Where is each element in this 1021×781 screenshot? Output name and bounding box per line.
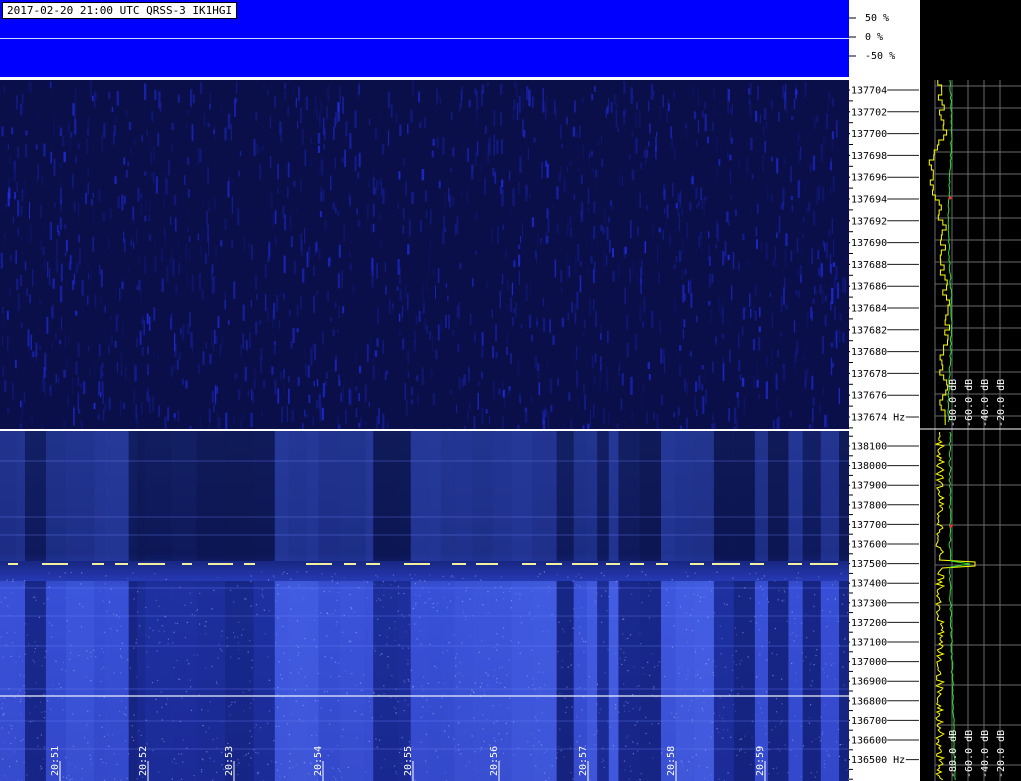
yellow-trace-upper: [928, 80, 950, 425]
yellow-trace-lower: [934, 431, 976, 781]
time-label: 20:57: [578, 746, 589, 776]
spectrum-header-area: [920, 0, 1021, 80]
capture-title: 2017-02-20 21:00 UTC QRSS-3 IK1HGI: [2, 2, 238, 19]
db-scale-label: -20.0 dB: [996, 379, 1007, 427]
amplitude-label-minus50: -50 %: [865, 51, 895, 62]
frequency-label: 137682: [851, 325, 887, 336]
frequency-label: 137702: [851, 107, 887, 118]
frequency-label: 137300: [851, 598, 887, 609]
db-scale-label: -20.0 dB: [996, 730, 1007, 778]
time-label: 20:58: [666, 746, 677, 776]
time-label: 20:51: [50, 746, 61, 776]
frequency-label: 136600: [851, 736, 887, 747]
time-label: 20:53: [224, 746, 235, 776]
amplitude-label-0: 0 %: [865, 32, 883, 43]
frequency-label: 137600: [851, 540, 887, 551]
green-trace-upper: [947, 80, 953, 423]
peak-marker: [948, 196, 952, 200]
frequency-label: 137200: [851, 618, 887, 629]
lower-frequency-axis: 138100 138000 137900 137800 137700 137600 1375…: [849, 431, 920, 781]
frequency-label: 137700: [851, 129, 887, 140]
frequency-label: 137500: [851, 559, 887, 570]
upper-frequency-axis: 137704 137702 137700 137698 137696 137694 1376…: [849, 80, 920, 429]
spectrum-grid: [920, 80, 1021, 781]
amplitude-label-50: 50 %: [865, 13, 889, 24]
zero-line: [0, 38, 849, 39]
time-label: 20:56: [489, 746, 500, 776]
frequency-label: 137674 Hz: [851, 413, 905, 424]
upper-waterfall: [0, 80, 849, 429]
frequency-label: 137678: [851, 369, 887, 380]
frequency-label: 137700: [851, 520, 887, 531]
time-label: 20:54: [313, 746, 324, 776]
frequency-label: 137100: [851, 638, 887, 649]
spectrum-plot: -80.0 dB -80.0 dB -60.0 dB -60.0 dB -40.0 dB…: [920, 80, 1021, 781]
peak-marker: [949, 524, 953, 528]
time-label: 20:55: [403, 746, 414, 776]
column-bands: [0, 431, 849, 781]
frequency-label: 137694: [851, 195, 887, 206]
frequency-label: 136900: [851, 677, 887, 688]
spectrum-panel: -80.0 dB -80.0 dB -60.0 dB -60.0 dB -40.0 dB…: [920, 80, 1021, 781]
frequency-label: 136700: [851, 716, 887, 727]
frequency-label: 136500 Hz: [851, 755, 905, 766]
frequency-label: 136800: [851, 696, 887, 707]
frequency-label: 137698: [851, 151, 887, 162]
db-scale-label: -80.0 dB: [948, 379, 959, 427]
lower-waterfall: 20:51 20:52 20:53 20:54 20:55 20:56 20:57 20:58…: [0, 431, 849, 781]
frequency-label: 137696: [851, 173, 887, 184]
db-scale-label: -60.0 dB: [964, 730, 975, 778]
db-scale-label: -40.0 dB: [980, 379, 991, 427]
frequency-label: 138100: [851, 442, 887, 453]
db-scale-label: -40.0 dB: [980, 730, 991, 778]
frequency-label: 137704: [851, 86, 887, 97]
time-label: 20:52: [138, 746, 149, 776]
grabber-window: 2017-02-20 21:00 UTC QRSS-3 IK1HGI 50 % …: [0, 0, 1021, 781]
frequency-label: 137000: [851, 657, 887, 668]
frequency-label: 137684: [851, 304, 887, 315]
frequency-label: 137400: [851, 579, 887, 590]
time-label: 20:59: [755, 746, 766, 776]
frequency-label: 137688: [851, 260, 887, 271]
frequency-label: 137680: [851, 347, 887, 358]
frequency-label: 137692: [851, 216, 887, 227]
amplitude-scale: 50 % 0 % -50 %: [849, 13, 895, 62]
frequency-label: 137690: [851, 238, 887, 249]
frequency-label: 137800: [851, 500, 887, 511]
db-scale-label: -80.0 dB: [948, 730, 959, 778]
frequency-label: 137686: [851, 282, 887, 293]
db-scale-label: -60.0 dB: [964, 379, 975, 427]
frequency-label: 138000: [851, 461, 887, 472]
frequency-label: 137676: [851, 391, 887, 402]
frequency-label: 137900: [851, 481, 887, 492]
